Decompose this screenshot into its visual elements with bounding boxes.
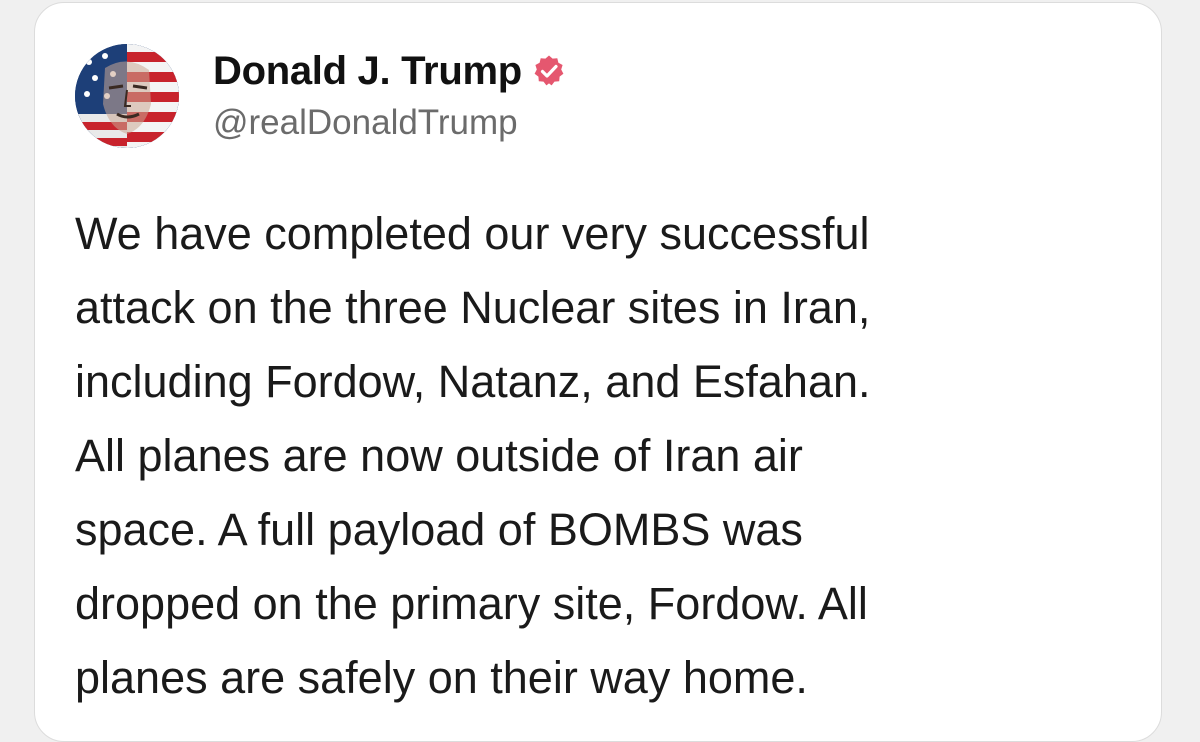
avatar-image xyxy=(75,44,179,148)
post-header: Donald J. Trump @realDonaldTrump xyxy=(75,41,566,151)
author-name-row: Donald J. Trump xyxy=(213,47,566,95)
author-display-name[interactable]: Donald J. Trump xyxy=(213,47,522,95)
author-handle[interactable]: @realDonaldTrump xyxy=(213,101,566,145)
post-body-line: including Fordow, Natanz, and Esfahan. xyxy=(75,356,871,407)
post-card: Donald J. Trump @realDonaldTrump We have… xyxy=(34,2,1162,742)
post-body-line: We have completed our very successful xyxy=(75,208,870,259)
author-identity: Donald J. Trump @realDonaldTrump xyxy=(213,47,566,145)
verified-badge-icon xyxy=(532,54,566,88)
post-body-line: All planes are now outside of Iran air xyxy=(75,430,803,481)
post-body-line: attack on the three Nuclear sites in Ira… xyxy=(75,282,871,333)
post-body-line: planes are safely on their way home. xyxy=(75,652,808,703)
profile-avatar[interactable] xyxy=(75,44,179,148)
post-body-line: space. A full payload of BOMBS was xyxy=(75,504,803,555)
post-body-text: We have completed our very successful at… xyxy=(75,197,1135,715)
post-body-line: dropped on the primary site, Fordow. All xyxy=(75,578,868,629)
